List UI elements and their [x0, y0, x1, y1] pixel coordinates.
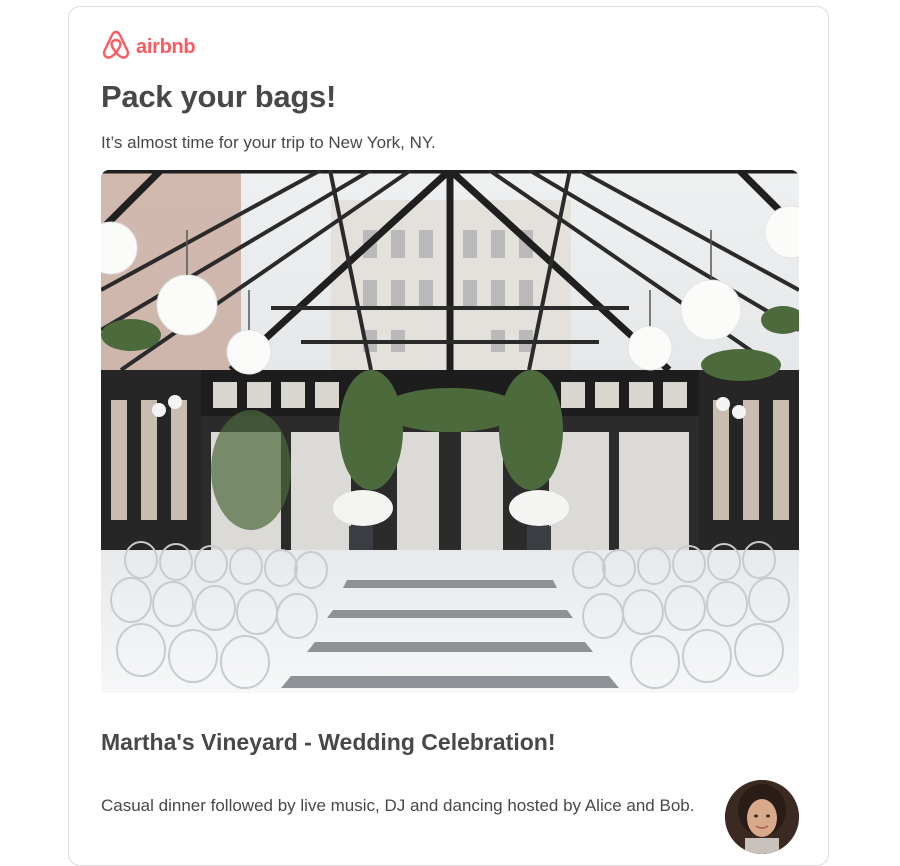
trip-subtitle: It’s almost time for your trip to New Yo…	[101, 133, 436, 152]
host-avatar[interactable]	[725, 780, 799, 854]
venue-photo	[101, 170, 799, 693]
email-card: airbnb Pack your bags! It’s almost time …	[68, 6, 829, 866]
event-description: Casual dinner followed by live music, DJ…	[101, 796, 695, 815]
event-title: Martha's Vineyard - Wedding Celebration!	[101, 729, 556, 755]
email-title: Pack your bags!	[101, 79, 336, 114]
airbnb-belo-icon	[101, 29, 131, 66]
airbnb-wordmark: airbnb	[136, 36, 196, 58]
airbnb-logo[interactable]: airbnb	[101, 29, 196, 66]
